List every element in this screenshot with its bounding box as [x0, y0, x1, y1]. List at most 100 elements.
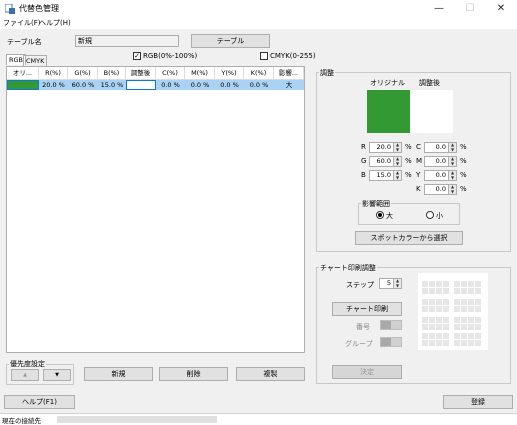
chart-preview-cell: [443, 288, 449, 294]
chart-preview-cell: [454, 324, 460, 330]
color-table: [6, 66, 305, 353]
cell-influence: 大: [274, 80, 304, 90]
chart-preview-cell: [475, 288, 481, 294]
k-value: 0.0: [435, 185, 446, 193]
col-b[interactable]: B(%): [98, 67, 126, 80]
number-toggle[interactable]: [380, 320, 402, 330]
c-spinner[interactable]: 0.0 ▲ ▼: [424, 142, 457, 153]
y-label: Y: [416, 171, 421, 179]
adjust-title: 調整: [319, 68, 335, 78]
k-spinner[interactable]: 0.0 ▲ ▼: [424, 184, 457, 195]
step-value: 5: [386, 279, 391, 287]
chart-preview-cell: [443, 281, 449, 287]
close-button[interactable]: ✕: [487, 0, 515, 17]
c-value: 0.0: [435, 143, 446, 151]
chart-preview-cell: [429, 317, 435, 323]
original-color-preview: [367, 90, 410, 133]
minimize-button[interactable]: —: [425, 0, 453, 17]
col-g[interactable]: G(%): [68, 67, 98, 80]
decide-button[interactable]: 決定: [332, 365, 402, 379]
status-connection-value: [57, 416, 217, 423]
spin-arrows-icon[interactable]: ▲ ▼: [448, 184, 456, 194]
chart-preview-cell: [461, 333, 467, 339]
influence-small-radio[interactable]: [426, 211, 434, 219]
col-original[interactable]: オリ...: [7, 67, 39, 80]
spin-arrows-icon[interactable]: ▲ ▼: [448, 142, 456, 152]
cell-original-swatch: [7, 80, 39, 90]
b-spinner[interactable]: 15.0 ▲ ▼: [369, 170, 402, 181]
chart-preview-cell: [422, 288, 428, 294]
chart-preview-cell: [461, 288, 467, 294]
col-adjusted[interactable]: 調整後: [126, 67, 156, 80]
g-label: G: [361, 157, 367, 165]
chart-preview-cell: [461, 299, 467, 305]
r-spinner[interactable]: 20.0 ▲ ▼: [369, 142, 402, 153]
col-m[interactable]: M(%): [185, 67, 215, 80]
chart-preview-cell: [461, 317, 467, 323]
spot-color-button[interactable]: スポットカラーから選択: [355, 231, 463, 245]
chart-preview-cell: [468, 324, 474, 330]
copy-button[interactable]: 複製: [236, 367, 305, 381]
chart-preview-cell: [475, 299, 481, 305]
adjusted-label: 調整後: [419, 79, 440, 87]
chart-preview-cell: [454, 333, 460, 339]
influence-small-label: 小: [436, 212, 443, 220]
menu-file[interactable]: ファイル(F): [3, 18, 41, 28]
table-button[interactable]: テーブル: [191, 34, 270, 48]
chart-preview-cell: [436, 340, 442, 346]
b-value: 15.0: [376, 171, 391, 179]
spin-arrows-icon[interactable]: ▲ ▼: [393, 278, 401, 288]
chart-preview-cell: [475, 333, 481, 339]
col-r[interactable]: R(%): [39, 67, 68, 80]
chart-preview-cell: [475, 306, 481, 312]
chart-preview-cell: [422, 299, 428, 305]
chart-preview-cell: [468, 281, 474, 287]
chart-preview-cell: [454, 306, 460, 312]
col-y[interactable]: Y(%): [215, 67, 244, 80]
new-button[interactable]: 新規: [84, 367, 153, 381]
m-unit: %: [460, 157, 467, 165]
priority-up-button[interactable]: ▲: [11, 369, 39, 381]
register-button[interactable]: 登録: [443, 395, 513, 409]
col-c[interactable]: C(%): [156, 67, 185, 80]
cell-r: 20.0 %: [39, 80, 68, 90]
chart-preview-cell: [429, 333, 435, 339]
spin-arrows-icon[interactable]: ▲ ▼: [448, 156, 456, 166]
m-spinner[interactable]: 0.0 ▲ ▼: [424, 156, 457, 167]
chart-preview-cell: [475, 317, 481, 323]
tab-cmyk[interactable]: CMYK: [23, 55, 48, 66]
chart-preview-cell: [429, 281, 435, 287]
priority-down-button[interactable]: ▼: [43, 369, 71, 381]
col-influence[interactable]: 影響...: [274, 67, 304, 80]
influence-large-radio[interactable]: [376, 211, 384, 219]
menu-help[interactable]: ヘルプ(H): [39, 18, 71, 28]
table-name-field[interactable]: 新規: [75, 35, 179, 47]
y-spinner[interactable]: 0.0 ▲ ▼: [424, 170, 457, 181]
spin-arrows-icon[interactable]: ▲ ▼: [393, 170, 401, 180]
table-name-label: テーブル名: [7, 38, 42, 46]
group-toggle[interactable]: [380, 337, 402, 347]
g-spinner[interactable]: 60.0 ▲ ▼: [369, 156, 402, 167]
b-unit: %: [405, 171, 412, 179]
chart-print-title: チャート印刷調整: [319, 263, 377, 273]
table-row[interactable]: 20.0 % 60.0 % 15.0 % 0.0 % 0.0 % 0.0 % 0…: [7, 80, 304, 90]
spin-arrows-icon[interactable]: ▲ ▼: [448, 170, 456, 180]
spin-arrows-icon[interactable]: ▲ ▼: [393, 142, 401, 152]
help-button[interactable]: ヘルプ(F1): [4, 395, 75, 409]
original-label: オリジナル: [370, 79, 405, 87]
chart-preview-cell: [422, 281, 428, 287]
step-spinner[interactable]: 5 ▲ ▼: [379, 278, 402, 289]
chart-print-button[interactable]: チャート印刷: [332, 302, 402, 316]
chart-preview-cell: [422, 317, 428, 323]
maximize-button[interactable]: ☐: [456, 0, 484, 17]
spin-arrows-icon[interactable]: ▲ ▼: [393, 156, 401, 166]
cell-c: 0.0 %: [156, 80, 185, 90]
m-label: M: [416, 157, 423, 165]
col-k[interactable]: K(%): [244, 67, 274, 80]
chart-preview-cell: [443, 324, 449, 330]
rgb-checkbox[interactable]: ✓: [133, 52, 141, 60]
chart-preview-cell: [422, 306, 428, 312]
delete-button[interactable]: 削除: [159, 367, 228, 381]
cmyk-checkbox[interactable]: [260, 52, 268, 60]
chart-preview: [418, 273, 488, 350]
